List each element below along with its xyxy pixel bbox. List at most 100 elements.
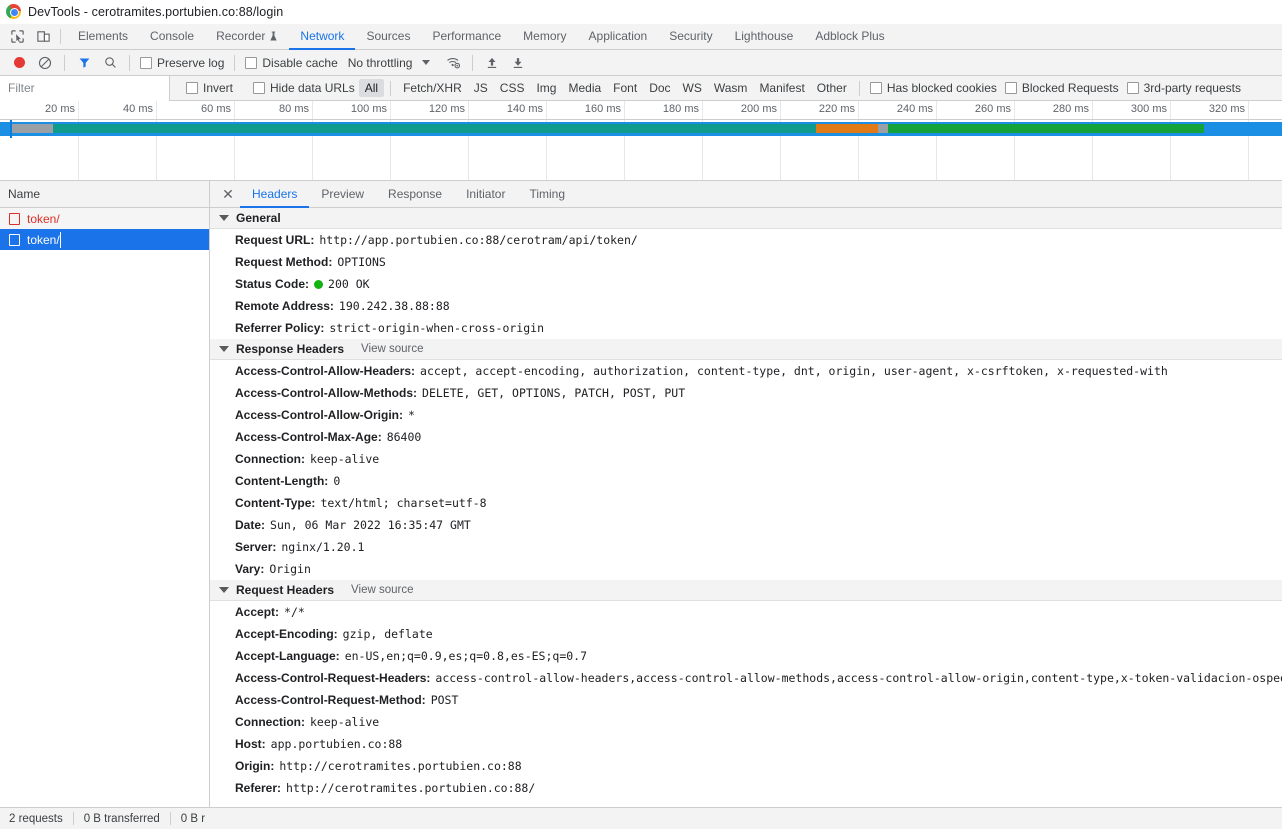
filter-funnel-icon[interactable] — [71, 51, 97, 75]
header-value: nginx/1.20.1 — [281, 540, 365, 554]
request-list: Name token/ token/ — [0, 181, 210, 807]
tab-sources[interactable]: Sources — [355, 24, 421, 50]
inspect-element-icon[interactable] — [4, 24, 30, 49]
filter-type-manifest[interactable]: Manifest — [753, 79, 810, 97]
experiment-flask-icon — [270, 31, 278, 41]
network-timeline-overview[interactable]: 20 ms 40 ms 60 ms 80 ms 100 ms 120 ms 14… — [0, 101, 1282, 181]
preserve-log-checkbox[interactable]: Preserve log — [136, 56, 228, 70]
header-value: app.portubien.co:88 — [270, 737, 403, 751]
filter-type-ws[interactable]: WS — [677, 79, 708, 97]
disable-cache-checkbox[interactable]: Disable cache — [241, 56, 341, 70]
blocked-requests-checkbox[interactable]: Blocked Requests — [1001, 81, 1123, 95]
section-header-general[interactable]: General — [210, 208, 1282, 229]
third-party-requests-checkbox[interactable]: 3rd-party requests — [1123, 81, 1245, 95]
filter-type-wasm[interactable]: Wasm — [708, 79, 754, 97]
header-row-vary: Vary: Origin — [210, 558, 1282, 580]
filter-input[interactable] — [0, 75, 170, 101]
header-name: Vary: — [235, 562, 265, 576]
tab-memory[interactable]: Memory — [512, 24, 577, 50]
clear-icon[interactable] — [32, 51, 58, 75]
request-list-header[interactable]: Name — [0, 181, 209, 208]
tab-elements[interactable]: Elements — [67, 24, 139, 50]
record-stop-icon[interactable] — [6, 51, 32, 75]
has-blocked-cookies-checkbox[interactable]: Has blocked cookies — [866, 81, 1001, 95]
view-source-link[interactable]: View source — [361, 343, 423, 355]
request-name: token/ — [27, 231, 61, 248]
tab-network[interactable]: Network — [289, 24, 356, 50]
tab-security[interactable]: Security — [658, 24, 723, 50]
header-row-acrh: Access-Control-Request-Headers: access-c… — [210, 667, 1282, 689]
view-source-link[interactable]: View source — [351, 584, 413, 596]
tab-initiator[interactable]: Initiator — [454, 181, 517, 208]
tab-separator — [60, 29, 61, 44]
header-value: * — [408, 408, 415, 422]
filter-type-media[interactable]: Media — [562, 79, 607, 97]
status-ok-dot-icon — [314, 279, 324, 289]
download-arrow-icon[interactable] — [505, 51, 531, 75]
tab-label: Network — [300, 29, 345, 43]
detail-tab-strip: ✕ Headers Preview Response Initiator Tim… — [210, 181, 1282, 208]
request-detail-pane: ✕ Headers Preview Response Initiator Tim… — [210, 181, 1282, 807]
header-row-content-type: Content-Type: text/html; charset=utf-8 — [210, 492, 1282, 514]
request-rows: token/ token/ — [0, 208, 209, 807]
hide-data-urls-checkbox[interactable]: Hide data URLs — [249, 81, 359, 95]
filter-type-css[interactable]: CSS — [494, 79, 531, 97]
tab-response[interactable]: Response — [376, 181, 454, 208]
chevron-down-icon[interactable] — [422, 60, 431, 65]
filter-type-font[interactable]: Font — [607, 79, 643, 97]
wifi-settings-icon[interactable] — [440, 51, 466, 75]
tab-preview[interactable]: Preview — [309, 181, 376, 208]
header-value: http://cerotramites.portubien.co:88/ — [286, 781, 536, 795]
header-value: keep-alive — [310, 715, 380, 729]
filter-type-fetch-xhr[interactable]: Fetch/XHR — [397, 79, 468, 97]
overview-tick-label: 40 ms — [123, 103, 153, 115]
section-header-request-headers[interactable]: Request Headers View source — [210, 580, 1282, 601]
status-requests-count: 2 requests — [9, 812, 63, 825]
triangle-down-icon — [219, 346, 229, 352]
upload-arrow-icon[interactable] — [479, 51, 505, 75]
filter-type-doc[interactable]: Doc — [643, 79, 676, 97]
tab-console[interactable]: Console — [139, 24, 205, 50]
header-name: Status Code: — [235, 277, 310, 291]
overview-tick-label: 240 ms — [896, 103, 933, 115]
close-icon[interactable]: ✕ — [216, 181, 240, 207]
header-value: text/html; charset=utf-8 — [320, 496, 487, 510]
tab-headers[interactable]: Headers — [240, 181, 310, 208]
table-row[interactable]: token/ — [0, 208, 209, 229]
filter-type-js[interactable]: JS — [468, 79, 494, 97]
tab-label: Console — [150, 29, 195, 43]
invert-checkbox[interactable]: Invert — [182, 81, 237, 95]
overview-segment-green — [888, 124, 1204, 133]
triangle-down-icon — [219, 215, 229, 221]
header-name: Request URL: — [235, 233, 315, 247]
throttling-select-value[interactable]: No throttling — [348, 56, 413, 70]
device-toolbar-icon[interactable] — [30, 24, 56, 49]
overview-window-left-handle[interactable] — [10, 120, 12, 138]
filter-type-all[interactable]: All — [358, 79, 385, 97]
header-row-acao: Access-Control-Allow-Origin: * — [210, 404, 1282, 426]
tab-performance[interactable]: Performance — [421, 24, 512, 50]
overview-tick-label: 320 ms — [1208, 103, 1245, 115]
header-row-acah: Access-Control-Allow-Headers: accept, ac… — [210, 360, 1282, 382]
header-name: Referer: — [235, 781, 282, 795]
header-name: Access-Control-Max-Age: — [235, 430, 382, 444]
tab-recorder[interactable]: Recorder — [205, 24, 289, 50]
overview-segment-orange — [816, 124, 878, 133]
header-value: en-US,en;q=0.9,es;q=0.8,es-ES;q=0.7 — [344, 649, 588, 663]
tab-lighthouse[interactable]: Lighthouse — [724, 24, 805, 50]
header-name: Accept-Language: — [235, 649, 340, 663]
header-name: Connection: — [235, 715, 305, 729]
tab-application[interactable]: Application — [578, 24, 659, 50]
filter-type-other[interactable]: Other — [811, 79, 853, 97]
status-bar: 2 requests 0 B transferred 0 B r — [0, 807, 1282, 829]
header-row-connection: Connection: keep-alive — [210, 448, 1282, 470]
table-row[interactable]: token/ — [0, 229, 209, 250]
section-header-response-headers[interactable]: Response Headers View source — [210, 339, 1282, 360]
header-name: Access-Control-Allow-Methods: — [235, 386, 418, 400]
tab-adblock-plus[interactable]: Adblock Plus — [804, 24, 895, 50]
header-name: Request Method: — [235, 255, 333, 269]
tab-timing[interactable]: Timing — [517, 181, 577, 208]
filter-type-img[interactable]: Img — [530, 79, 562, 97]
search-icon[interactable] — [97, 51, 123, 75]
disable-cache-label: Disable cache — [262, 55, 338, 70]
